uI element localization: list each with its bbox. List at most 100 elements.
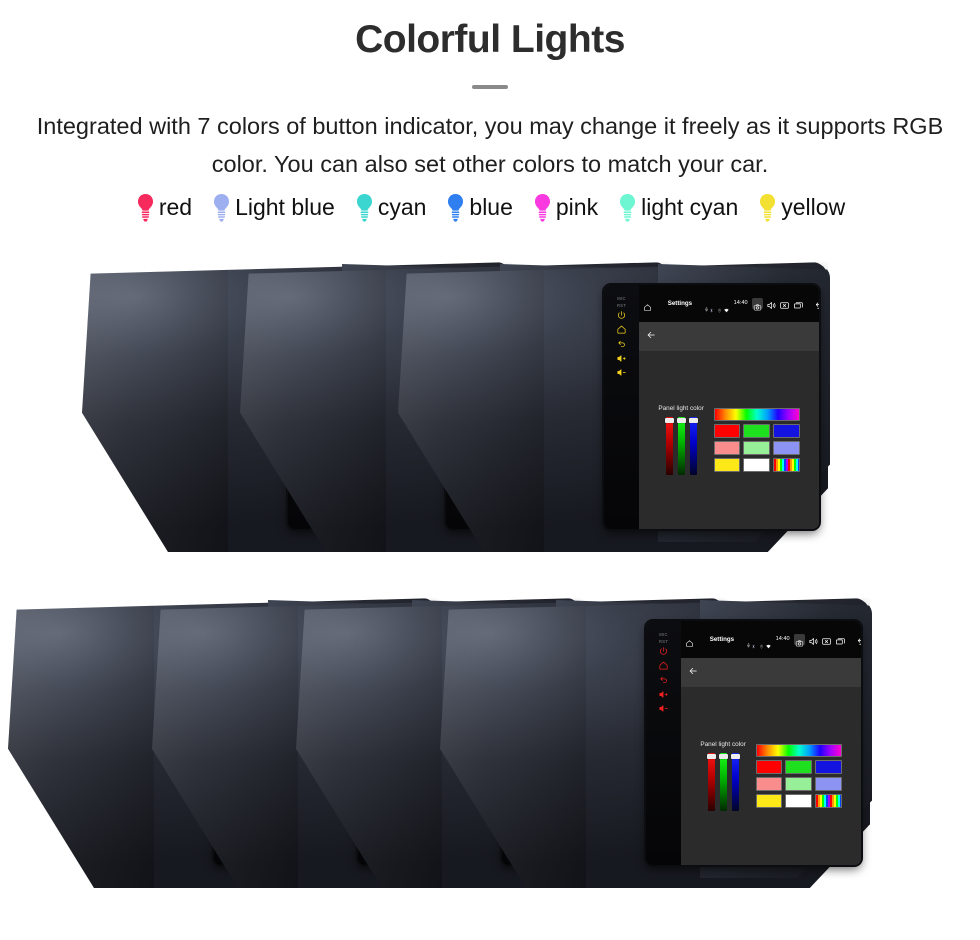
app-bar [638, 321, 820, 351]
recent-apps-icon[interactable] [835, 634, 846, 645]
title-divider [472, 84, 508, 89]
mic-label: MIC [617, 295, 626, 301]
rst-label[interactable]: RST [617, 303, 626, 308]
red-slider[interactable] [706, 752, 716, 811]
back-icon[interactable] [814, 298, 820, 309]
legend-item-yellow: yellow [757, 193, 845, 223]
legend-label: cyan [377, 194, 427, 221]
red-swatch[interactable] [713, 423, 741, 438]
panel-light-color-label: Panel light color [700, 740, 746, 748]
top-unit-group: MIC RST MIC RST [0, 262, 980, 562]
screen-title: Settings [709, 635, 735, 643]
periwinkle-swatch[interactable] [773, 440, 800, 455]
salmon-swatch[interactable] [713, 440, 741, 455]
unit-red-2: MIC RST Settings 14:40 Panel light color [440, 598, 872, 888]
recent-apps-icon[interactable] [793, 298, 804, 309]
page-subtitle: Integrated with 7 colors of button indic… [36, 112, 944, 177]
slider-thumb[interactable] [688, 417, 698, 423]
green-swatch[interactable] [743, 423, 771, 438]
bluetooth-icon [751, 636, 756, 649]
legend-label: Light blue [235, 194, 335, 221]
slider-thumb[interactable] [730, 753, 740, 759]
red-swatch[interactable] [755, 759, 783, 774]
rgb-slider-block: Panel light color [700, 740, 746, 811]
volume-icon[interactable] [766, 298, 777, 309]
touchscreen[interactable]: Settings 14:40 Panel light color [680, 621, 862, 865]
blue-swatch[interactable] [773, 423, 800, 438]
back-button[interactable] [616, 339, 627, 350]
back-button[interactable] [658, 675, 669, 686]
status-tray: 14:40 [709, 297, 820, 313]
clock-time: 14:40 [733, 300, 748, 307]
periwinkle-swatch[interactable] [815, 776, 842, 791]
power-button[interactable] [658, 646, 669, 657]
bulb-icon [617, 193, 638, 223]
rainbow-stripe-swatch[interactable] [815, 793, 842, 808]
unit-yellow: MIC RST Settings 14:40 Panel light color [398, 262, 830, 552]
green-slider[interactable] [718, 752, 728, 811]
yellow-swatch[interactable] [755, 793, 783, 808]
rainbow-gradient-swatch[interactable] [713, 407, 800, 421]
camera-icon[interactable] [752, 297, 764, 311]
arrow-back-icon[interactable] [646, 327, 656, 345]
blue-slider[interactable] [688, 416, 698, 475]
color-legend: red Light blue cyan blue pink light cyan… [0, 193, 980, 223]
volume-icon[interactable] [808, 634, 819, 645]
blue-slider[interactable] [730, 752, 740, 811]
home-icon[interactable] [685, 635, 694, 647]
rainbow-gradient-swatch[interactable] [755, 743, 842, 757]
screenshot-icon[interactable] [779, 298, 790, 309]
volume-up-button[interactable] [658, 689, 669, 700]
bulb-icon [532, 193, 553, 223]
green-slider[interactable] [676, 416, 686, 475]
slider-thumb[interactable] [664, 417, 674, 423]
lightgreen-swatch[interactable] [743, 440, 771, 455]
legend-item-blue: blue [445, 193, 513, 223]
wifi-icon [766, 636, 771, 649]
blue-swatch[interactable] [815, 759, 842, 774]
bulb-icon [211, 193, 232, 223]
legend-item-red: red [135, 193, 192, 223]
touchscreen[interactable]: Settings 14:40 Panel light color [638, 285, 820, 529]
legend-item-light-blue: Light blue [211, 193, 335, 223]
rst-label[interactable]: RST [659, 639, 668, 644]
slider-thumb[interactable] [676, 417, 686, 423]
bulb-icon [757, 193, 778, 223]
volume-down-button[interactable] [658, 703, 669, 714]
volume-up-button[interactable] [616, 353, 627, 364]
screenshot-icon[interactable] [821, 634, 832, 645]
home-icon[interactable] [643, 299, 652, 311]
bottom-unit-group: MIC RST MIC RST [0, 598, 980, 918]
lightgreen-swatch[interactable] [785, 776, 813, 791]
page-header: Colorful Lights Integrated with 7 colors… [0, 0, 980, 183]
home-button[interactable] [658, 660, 669, 671]
clock-time: 14:40 [775, 636, 790, 643]
screen-title: Settings [667, 299, 693, 307]
back-icon[interactable] [856, 634, 862, 645]
legend-label: light cyan [641, 194, 739, 221]
white-swatch[interactable] [785, 793, 813, 808]
bulb-icon [135, 193, 156, 223]
slider-thumb[interactable] [718, 753, 728, 759]
home-button[interactable] [616, 324, 627, 335]
camera-icon[interactable] [794, 633, 806, 647]
power-button[interactable] [616, 310, 627, 321]
bulb-icon [354, 193, 375, 223]
side-button-column: MIC RST [646, 621, 681, 865]
red-slider[interactable] [664, 416, 674, 475]
arrow-back-icon[interactable] [688, 663, 698, 681]
rainbow-stripe-swatch[interactable] [773, 457, 800, 472]
legend-item-pink: pink [532, 193, 598, 223]
green-swatch[interactable] [785, 759, 813, 774]
slider-thumb[interactable] [706, 753, 716, 759]
bulb-icon [445, 193, 466, 223]
status-bar: Settings 14:40 [680, 621, 862, 658]
color-palette [755, 743, 842, 808]
yellow-swatch[interactable] [713, 457, 741, 472]
panel-light-content: Panel light color [680, 686, 862, 865]
white-swatch[interactable] [743, 457, 771, 472]
salmon-swatch[interactable] [755, 776, 783, 791]
volume-down-button[interactable] [616, 367, 627, 378]
page-title: Colorful Lights [355, 18, 625, 61]
head-unit: MIC RST Settings 14:40 Panel light color [604, 285, 820, 529]
